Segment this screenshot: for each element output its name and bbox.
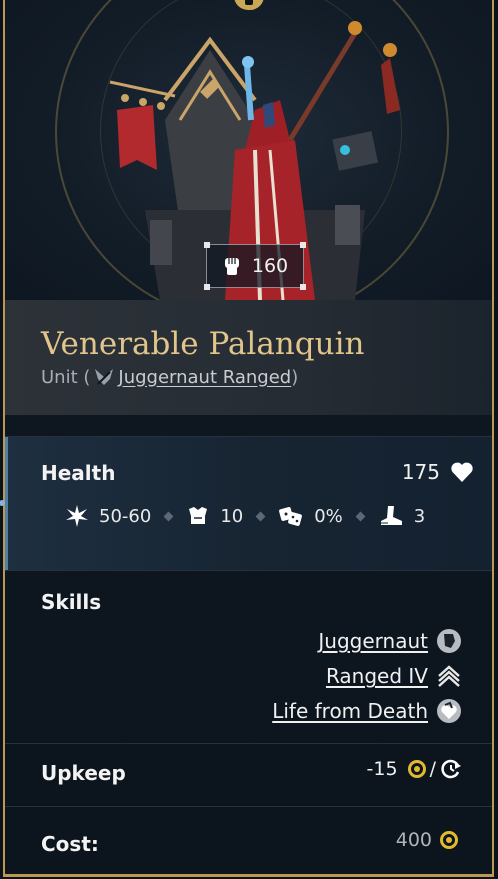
chance-stat: 0% bbox=[278, 504, 343, 528]
corner bbox=[300, 284, 306, 290]
cost-number: 400 bbox=[395, 829, 432, 851]
health-label: Health bbox=[41, 461, 116, 485]
skill-name[interactable]: Ranged IV bbox=[326, 664, 428, 688]
fist-icon bbox=[224, 258, 239, 275]
skills-label: Skills bbox=[41, 590, 102, 614]
combat-stats: 50-60 10 0% 3 bbox=[65, 504, 425, 528]
life-from-death-icon bbox=[437, 699, 461, 723]
cost-value: 400 bbox=[396, 829, 458, 851]
section-highlight bbox=[5, 437, 8, 570]
skill-life-from-death[interactable]: Life from Death bbox=[272, 698, 462, 724]
unit-class-link[interactable]: Juggernaut Ranged bbox=[118, 367, 291, 388]
unit-portrait: 160 bbox=[5, 0, 492, 300]
chance-value: 0% bbox=[314, 505, 343, 527]
stat-separator bbox=[355, 511, 366, 521]
power-value: 160 bbox=[251, 255, 289, 277]
damage-value: 50-60 bbox=[99, 505, 152, 527]
gold-coin-icon bbox=[440, 831, 458, 849]
health-value: 175 bbox=[402, 460, 474, 484]
unit-type-line: Unit ( Juggernaut Ranged ) bbox=[41, 366, 298, 388]
heart-icon bbox=[451, 462, 473, 482]
ranged-skill-icon bbox=[438, 665, 460, 687]
skill-ranged[interactable]: Ranged IV bbox=[326, 663, 462, 689]
armor-icon bbox=[189, 507, 208, 524]
corner bbox=[204, 242, 210, 248]
divider bbox=[5, 806, 492, 807]
movement-value: 3 bbox=[413, 505, 426, 527]
upkeep-number: -15 bbox=[366, 758, 398, 780]
unit-tooltip-card: 160 Venerable Palanquin Unit ( Juggernau… bbox=[3, 0, 494, 877]
upkeep-label: Upkeep bbox=[41, 761, 126, 785]
movement-stat: 3 bbox=[378, 504, 425, 528]
boot-icon bbox=[380, 506, 402, 525]
power-rating: 160 bbox=[204, 242, 306, 290]
defense-value: 10 bbox=[220, 505, 244, 527]
unit-name: Venerable Palanquin bbox=[41, 326, 365, 362]
divider bbox=[5, 570, 492, 571]
juggernaut-skill-icon bbox=[437, 629, 461, 653]
type-prefix: Unit ( bbox=[41, 366, 91, 388]
corner bbox=[204, 284, 210, 290]
juggernaut-ranged-icon bbox=[95, 369, 114, 385]
divider bbox=[5, 436, 492, 437]
turn-icon bbox=[441, 759, 461, 779]
corner bbox=[300, 242, 306, 248]
divider bbox=[5, 743, 492, 744]
upkeep-value: -15 / bbox=[367, 758, 462, 780]
stat-separator bbox=[255, 511, 266, 521]
damage-burst-icon bbox=[66, 505, 88, 527]
gold-coin-icon bbox=[407, 760, 426, 778]
defense-stat: 10 bbox=[186, 504, 243, 528]
skill-name[interactable]: Juggernaut bbox=[318, 629, 428, 653]
stat-separator bbox=[163, 511, 174, 521]
skill-juggernaut[interactable]: Juggernaut bbox=[318, 628, 462, 654]
health-number: 175 bbox=[401, 460, 440, 484]
upkeep-slash: / bbox=[429, 758, 436, 780]
dice-icon bbox=[279, 507, 303, 526]
damage-stat: 50-60 bbox=[65, 504, 151, 528]
cost-label: Cost: bbox=[41, 832, 99, 856]
skill-name[interactable]: Life from Death bbox=[272, 699, 428, 723]
bottom-border bbox=[5, 874, 492, 877]
type-suffix: ) bbox=[291, 366, 299, 388]
